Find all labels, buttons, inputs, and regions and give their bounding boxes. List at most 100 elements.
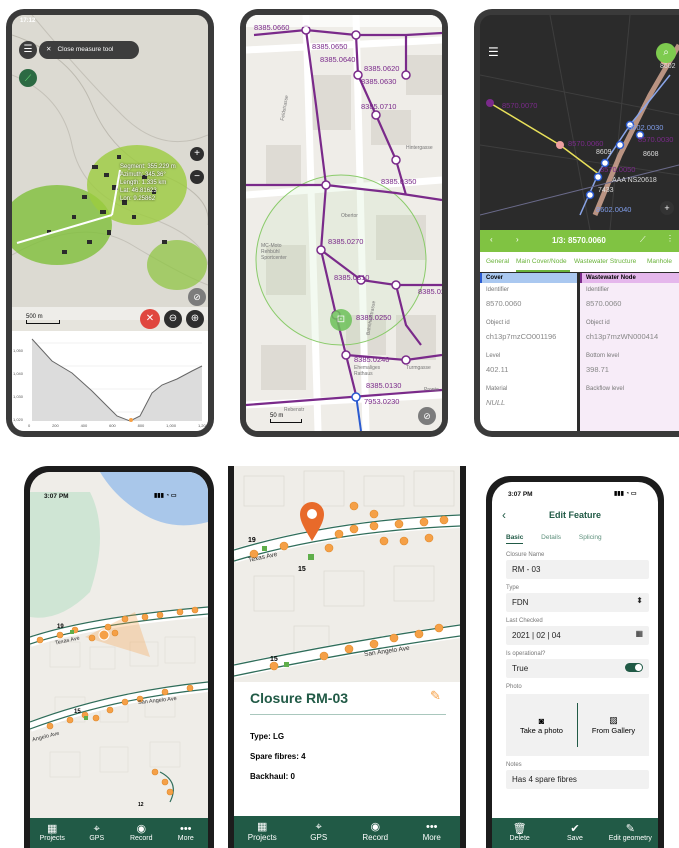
node-label: 8385.0630 <box>361 77 397 86</box>
delete-button[interactable]: 🗑 Delete <box>492 818 547 848</box>
remove-point-button[interactable]: ⊖ <box>164 310 182 328</box>
search-button[interactable]: ⌕ <box>656 43 676 63</box>
phone-attributes: ☰ ⌕ 8570.0070 8570.0060 8570.0030 8602.0… <box>474 9 679 437</box>
nav-gps[interactable]: ⌖ GPS <box>291 816 348 848</box>
screen-edit: 3:07 PM ▮▮▮ ◔ ▭ ‹ Edit Feature Basic Det… <box>492 482 658 848</box>
close-measure-pill[interactable]: ✕ Close measure tool <box>39 41 139 59</box>
terrain-map[interactable] <box>12 15 208 320</box>
gps-lock-button[interactable]: ⊡ <box>330 309 352 331</box>
map-label: 19 <box>57 624 64 630</box>
image-icon: ▨ <box>609 715 618 725</box>
trash-icon: 🗑 <box>512 823 527 835</box>
tab-details[interactable]: Details <box>541 534 561 541</box>
status-time: 17:12 <box>20 18 36 24</box>
node-label: 8608 <box>643 151 659 158</box>
edit-button[interactable]: ✎ <box>430 688 441 704</box>
node-label: 8385.0640 <box>320 55 356 64</box>
fiber-map[interactable] <box>30 472 208 822</box>
select-icon: ⬍ <box>636 596 643 605</box>
compass-icon: ⊘ <box>423 411 431 421</box>
measure-length: Length: 1.335 km <box>120 180 167 186</box>
tab-general[interactable]: General <box>486 258 509 265</box>
tab-splicing[interactable]: Splicing <box>579 534 602 541</box>
field-label: Last Checked <box>506 618 543 624</box>
field-value[interactable]: 8570.0060 <box>586 299 673 308</box>
field-value[interactable]: 8570.0060 <box>486 299 571 308</box>
lock-icon: ⊡ <box>336 314 346 325</box>
tab-wastewater-structure[interactable]: Wastewater Structure <box>574 258 636 265</box>
zoom-in-button[interactable]: + <box>660 201 674 215</box>
nav-gps[interactable]: ⌖ GPS <box>75 818 120 848</box>
from-gallery-button[interactable]: ▨ From Gallery <box>578 715 649 735</box>
search-icon: ⌕ <box>663 47 669 58</box>
rotate-button[interactable]: ⊘ <box>188 288 206 306</box>
notes-input[interactable]: Has 4 spare fibres <box>506 770 649 789</box>
field-value[interactable]: NULL <box>486 398 571 407</box>
node-label: 8385.02 <box>418 287 442 296</box>
menu-button[interactable]: ☰ <box>488 45 499 59</box>
next-button[interactable]: › <box>516 235 519 244</box>
edit-tabs: Basic Details Splicing <box>506 534 602 544</box>
field-label: Is operational? <box>506 651 546 657</box>
check-icon: ✔ <box>570 823 580 835</box>
field-value[interactable]: 398.71 <box>586 365 673 374</box>
nav-label: More <box>177 835 194 842</box>
add-point-button[interactable]: ⊕ <box>186 310 204 328</box>
measure-lat: Lat: 46.81623 <box>120 188 157 194</box>
camera-icon: ◙ <box>538 715 545 726</box>
cancel-button[interactable]: ✕ <box>140 309 160 329</box>
node-label: 8570.0030 <box>638 135 674 144</box>
rotate-button[interactable]: ⊘ <box>418 407 436 425</box>
screen-attributes: ☰ ⌕ 8570.0070 8570.0060 8570.0030 8602.0… <box>480 15 679 431</box>
closure-name-input[interactable]: RM - 03 <box>506 560 649 579</box>
phone-edit: 3:07 PM ▮▮▮ ◔ ▭ ‹ Edit Feature Basic Det… <box>486 476 664 848</box>
field-value[interactable]: 402.11 <box>486 365 571 374</box>
nav-projects[interactable]: ▦ Projects <box>234 816 291 848</box>
nav-more[interactable]: ••• More <box>164 818 209 848</box>
prev-button[interactable]: ‹ <box>490 235 493 244</box>
measure-segment: Segment: 355.229 m <box>120 164 176 170</box>
screen-closure: 19 Texas Ave 15 15 San Angelo Ave Closur… <box>234 466 460 848</box>
nav-label: Record <box>129 835 153 842</box>
street-label: Hintergasse <box>406 145 433 151</box>
profile-x-label: 1,200 <box>197 423 208 428</box>
status-time: 3:07 PM <box>508 491 533 498</box>
zoom-in-button[interactable]: + <box>190 147 204 161</box>
pencil-icon: ✎ <box>625 823 635 835</box>
node-field: Identifier 8570.0060 <box>580 283 679 312</box>
save-button[interactable]: ✔ Save <box>547 818 602 848</box>
last-checked-value: 2021 | 02 | 04 <box>512 631 561 640</box>
toggle-switch[interactable] <box>625 663 643 672</box>
type-select[interactable]: FDN ⬍ <box>506 593 649 612</box>
take-photo-button[interactable]: ◙ Take a photo <box>506 716 577 735</box>
more-icon[interactable]: ⋮ <box>666 234 674 243</box>
profile-x-label: 600 <box>109 423 116 428</box>
edit-geometry-button[interactable]: ✎ Edit geometry <box>603 818 658 848</box>
zoom-out-button[interactable]: − <box>190 170 204 184</box>
scale-bar: 500 m <box>26 314 60 324</box>
field-label: Identifier <box>586 287 610 293</box>
tab-basic[interactable]: Basic <box>506 534 524 544</box>
field-value[interactable]: ch13p7mzCO001196 <box>486 332 571 341</box>
node-field: Backflow level <box>580 378 679 402</box>
nav-record[interactable]: ◉ Record <box>347 816 404 848</box>
operational-toggle[interactable]: True <box>506 659 649 678</box>
chart-icon[interactable]: ⟋ <box>640 235 646 245</box>
tab-indicator <box>516 270 570 272</box>
tab-manhole[interactable]: Manhole <box>647 258 672 265</box>
field-label: Notes <box>506 762 522 768</box>
field-value[interactable]: ch13p7mzWN000414 <box>586 332 673 341</box>
nav-projects[interactable]: ▦ Projects <box>30 818 75 848</box>
profile-y-labels: 1,050 1,040 1,030 1,020 <box>13 339 23 431</box>
map-label: 15 <box>298 566 306 573</box>
tab-main-cover[interactable]: Main Cover/Node <box>516 258 567 265</box>
closure-map[interactable] <box>234 466 460 682</box>
layers-button[interactable]: ⟋ <box>19 69 37 87</box>
close-measure-label: Close measure tool <box>57 46 114 53</box>
nav-more[interactable]: ••• More <box>404 816 461 848</box>
menu-button[interactable]: ☰ <box>19 41 37 59</box>
map-label: 19 <box>248 537 256 544</box>
nav-record[interactable]: ◉ Record <box>119 818 164 848</box>
measure-azimuth: Azimuth: 345.36° <box>120 172 166 178</box>
last-checked-input[interactable]: 2021 | 02 | 04 ▦ <box>506 626 649 645</box>
